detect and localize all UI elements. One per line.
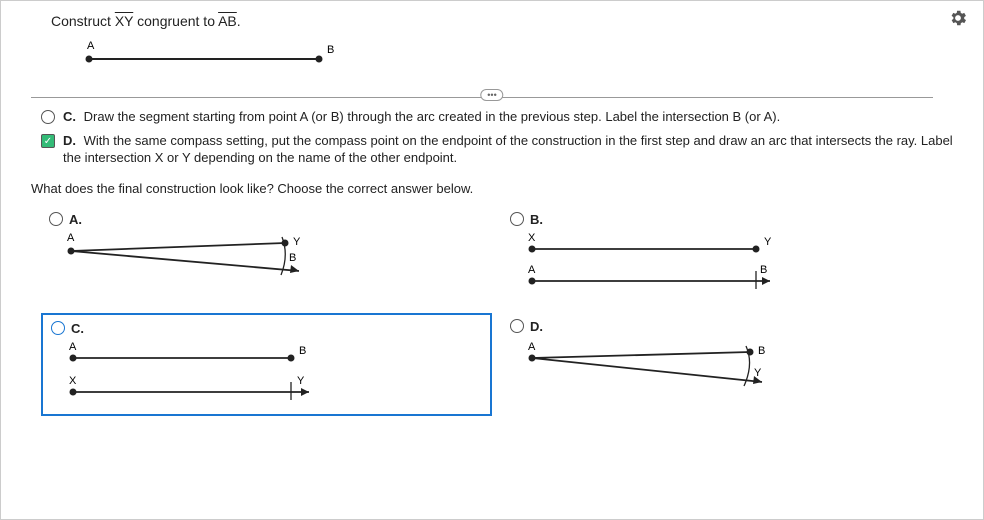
- step-c-row[interactable]: C. Draw the segment starting from point …: [41, 108, 953, 126]
- radio-icon[interactable]: [41, 110, 55, 124]
- svg-text:A: A: [67, 232, 75, 244]
- step-c-letter: C.: [63, 109, 76, 124]
- choice-d-diagram: A B Y: [528, 338, 945, 401]
- gear-icon[interactable]: [948, 8, 968, 28]
- given-segment-diagram: A B: [81, 39, 983, 79]
- choice-c-letter: C.: [71, 321, 84, 336]
- segment-ab-label: AB: [218, 13, 237, 29]
- sub-question-text: What does the final construction look li…: [31, 181, 473, 196]
- segment-xy-label: XY: [115, 13, 133, 29]
- step-c-body: Draw the segment starting from point A (…: [84, 109, 781, 124]
- title-prefix: Construct: [51, 13, 115, 29]
- choice-b-diagram: X Y A B: [528, 231, 945, 299]
- choice-a-letter: A.: [69, 212, 82, 227]
- point-b-label: B: [327, 44, 334, 56]
- choice-c[interactable]: C. A B X Y: [41, 313, 492, 416]
- svg-text:Y: Y: [754, 367, 762, 379]
- svg-text:A: A: [69, 341, 77, 353]
- collapse-toggle[interactable]: •••: [480, 89, 503, 101]
- svg-text:B: B: [289, 252, 296, 264]
- radio-icon[interactable]: [49, 212, 63, 226]
- choice-a[interactable]: A. A Y B: [41, 206, 492, 305]
- sub-question: What does the final construction look li…: [31, 181, 953, 196]
- step-d-body: With the same compass setting, put the c…: [63, 133, 953, 166]
- radio-icon[interactable]: [510, 319, 524, 333]
- svg-text:X: X: [69, 375, 77, 387]
- choice-a-diagram: A Y B: [67, 231, 484, 294]
- svg-text:A: A: [528, 264, 536, 276]
- radio-icon[interactable]: [510, 212, 524, 226]
- step-d-text: D. With the same compass setting, put th…: [63, 132, 953, 167]
- svg-text:X: X: [528, 232, 536, 244]
- step-d-letter: D.: [63, 133, 76, 148]
- ellipsis-icon: •••: [487, 90, 496, 100]
- step-c-text: C. Draw the segment starting from point …: [63, 108, 780, 126]
- choice-c-diagram: A B X Y: [69, 340, 482, 408]
- title-suffix: .: [237, 13, 241, 29]
- svg-text:A: A: [528, 341, 536, 353]
- svg-text:B: B: [760, 264, 767, 276]
- title-mid: congruent to: [133, 13, 218, 29]
- choice-b[interactable]: B. X Y A B: [502, 206, 953, 305]
- step-d-row[interactable]: ✓ D. With the same compass setting, put …: [41, 132, 953, 167]
- svg-text:Y: Y: [764, 236, 772, 248]
- choice-d-letter: D.: [530, 319, 543, 334]
- svg-text:Y: Y: [297, 375, 305, 387]
- svg-text:B: B: [758, 345, 765, 357]
- question-title: Construct XY congruent to AB.: [51, 13, 983, 29]
- svg-text:B: B: [299, 345, 306, 357]
- svg-text:Y: Y: [293, 236, 301, 248]
- check-icon[interactable]: ✓: [41, 134, 55, 148]
- choice-d[interactable]: D. A B Y: [502, 313, 953, 416]
- point-a-label: A: [87, 40, 95, 52]
- radio-icon[interactable]: [51, 321, 65, 335]
- choice-b-letter: B.: [530, 212, 543, 227]
